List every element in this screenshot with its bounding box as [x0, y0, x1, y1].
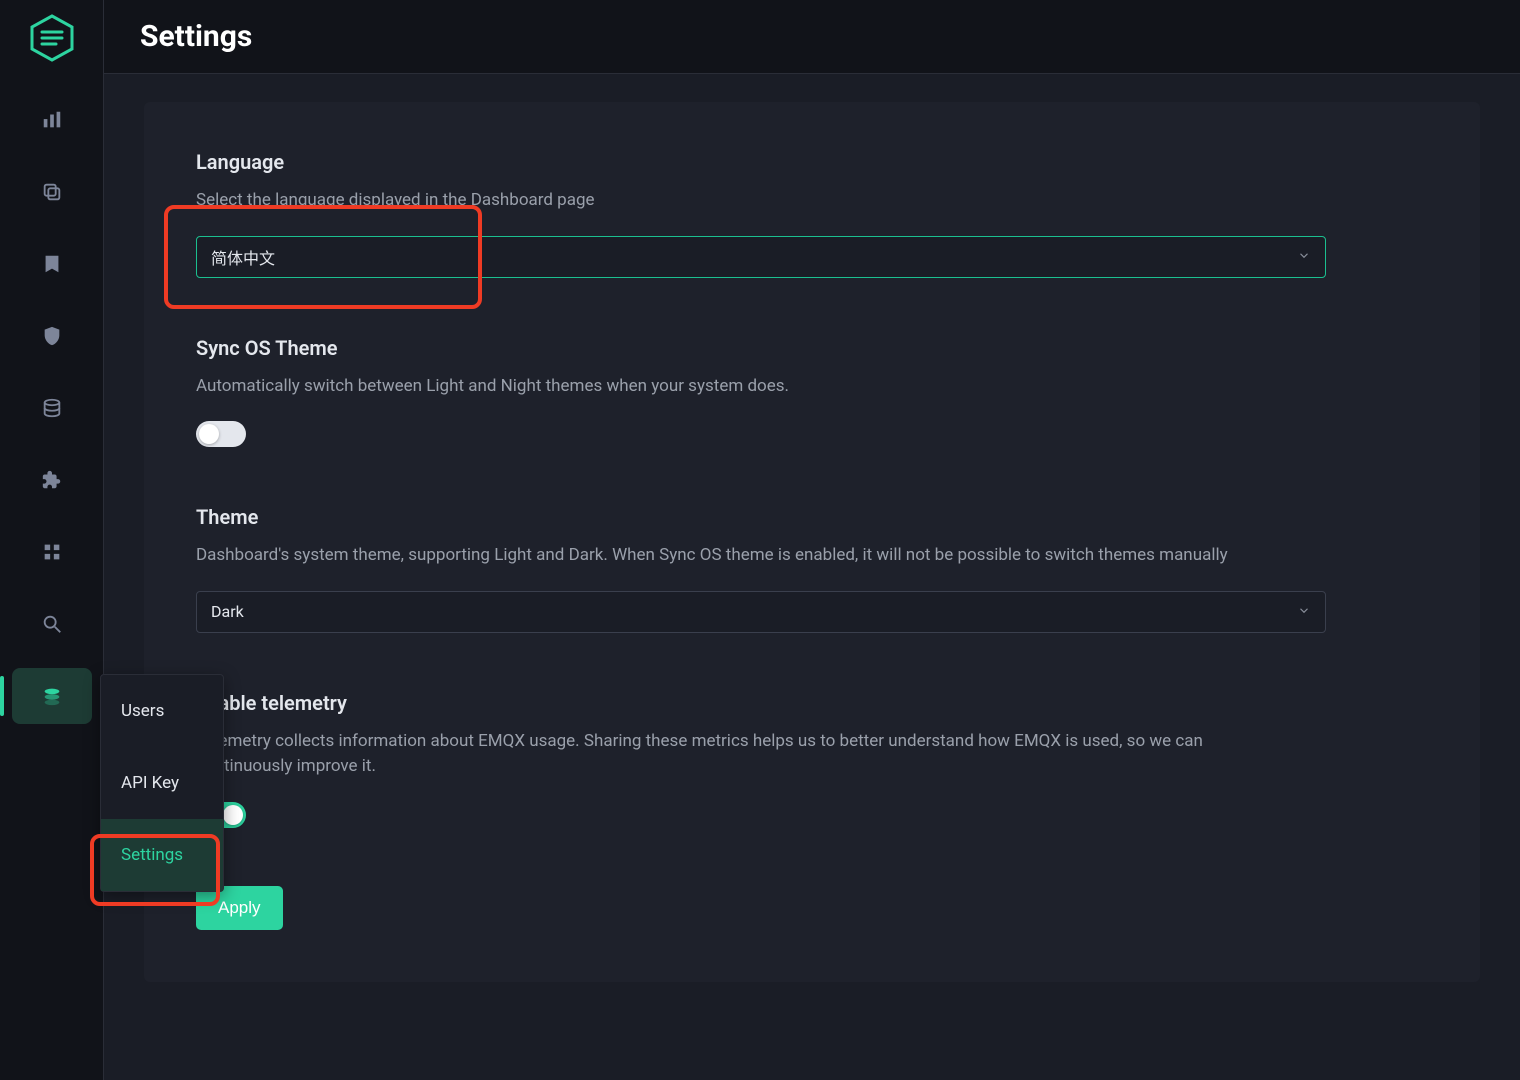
language-desc: Select the language displayed in the Das… [196, 188, 1296, 214]
apply-button[interactable]: Apply [196, 886, 283, 930]
language-select[interactable]: 简体中文 [196, 236, 1326, 278]
bookmark-icon [41, 253, 63, 275]
sync-os-desc: Automatically switch between Light and N… [196, 374, 1296, 400]
sync-os-title: Sync OS Theme [196, 336, 1428, 360]
nav-item-system[interactable] [12, 668, 92, 724]
shield-icon [41, 325, 63, 347]
section-theme: Theme Dashboard's system theme, supporti… [196, 505, 1428, 633]
nav-item-subscriptions[interactable] [12, 236, 92, 292]
stack-icon [41, 685, 63, 707]
submenu-label: Settings [121, 845, 183, 865]
telemetry-title: Enable telemetry [196, 691, 1428, 715]
main: Settings Language Select the language di… [104, 0, 1520, 1080]
nav-item-plugins[interactable] [12, 452, 92, 508]
theme-desc: Dashboard's system theme, supporting Lig… [196, 543, 1296, 569]
chevron-down-icon [1297, 602, 1311, 621]
theme-select-value: Dark [211, 602, 244, 621]
app-logo[interactable] [24, 10, 80, 66]
nav-item-security[interactable] [12, 308, 92, 364]
content: Language Select the language displayed i… [104, 74, 1520, 1080]
submenu-label: Users [121, 701, 164, 721]
language-select-value: 简体中文 [211, 245, 275, 269]
apply-button-label: Apply [218, 898, 261, 917]
nav-item-dashboard[interactable] [12, 92, 92, 148]
nav-item-connections[interactable] [12, 164, 92, 220]
sidebar [0, 0, 104, 1080]
emqx-logo-icon [28, 14, 76, 62]
chevron-down-icon [1297, 247, 1311, 266]
section-sync-os-theme: Sync OS Theme Automatically switch betwe… [196, 336, 1428, 448]
theme-title: Theme [196, 505, 1428, 529]
puzzle-icon [41, 541, 63, 563]
nav-item-data[interactable] [12, 380, 92, 436]
telemetry-desc: Telemetry collects information about EMQ… [196, 729, 1296, 780]
sync-os-toggle[interactable] [196, 421, 246, 447]
theme-select[interactable]: Dark [196, 591, 1326, 633]
submenu-item-users[interactable]: Users [101, 675, 223, 747]
section-telemetry: Enable telemetry Telemetry collects info… [196, 691, 1428, 828]
submenu-item-apikey[interactable]: API Key [101, 747, 223, 819]
copy-icon [41, 181, 63, 203]
submenu-item-settings[interactable]: Settings [101, 819, 223, 891]
page-title: Settings [140, 19, 252, 54]
puzzle-piece-icon [41, 469, 63, 491]
section-language: Language Select the language displayed i… [196, 150, 1428, 278]
database-icon [41, 397, 63, 419]
settings-panel: Language Select the language displayed i… [144, 102, 1480, 982]
language-title: Language [196, 150, 1428, 174]
page-header: Settings [104, 0, 1520, 74]
system-submenu: Users API Key Settings [100, 674, 224, 892]
submenu-label: API Key [121, 773, 179, 793]
search-tool-icon [41, 613, 63, 635]
bar-chart-icon [41, 109, 63, 131]
nav-item-extensions[interactable] [12, 524, 92, 580]
nav-item-diagnose[interactable] [12, 596, 92, 652]
